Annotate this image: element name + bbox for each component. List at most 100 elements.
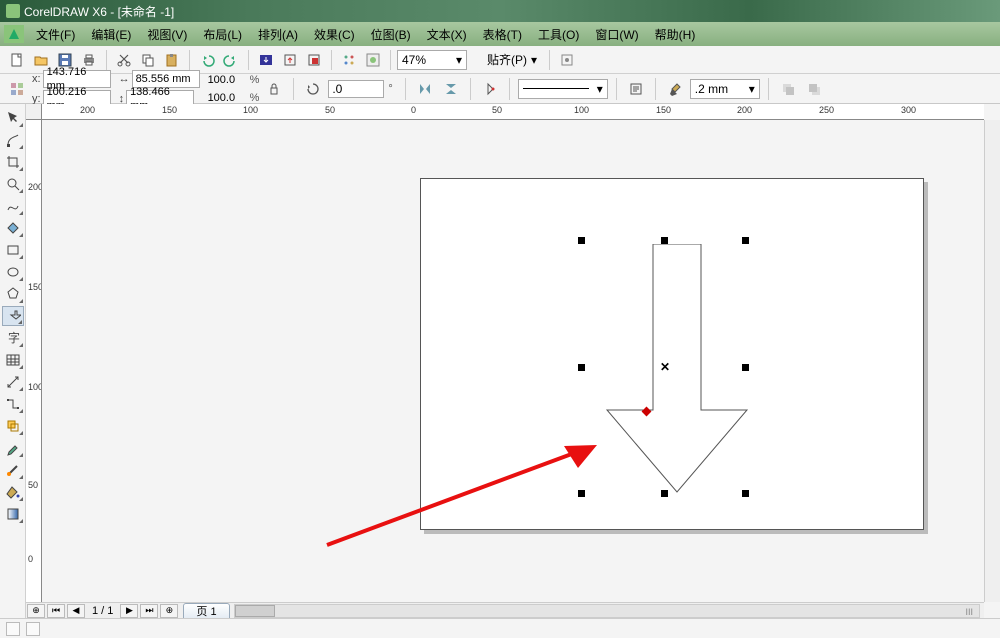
eyedrop-tool-icon[interactable]: [2, 438, 24, 458]
arrow-shape[interactable]: [597, 244, 757, 494]
ruler-tick: 50: [28, 480, 38, 490]
presets-icon[interactable]: [6, 78, 28, 100]
sel-handle-nw[interactable]: [578, 237, 585, 244]
menu-view[interactable]: 视图(V): [139, 23, 195, 46]
first-page-icon[interactable]: ⏮: [47, 604, 65, 618]
ruler-vertical[interactable]: 200150100500: [26, 120, 42, 602]
snap-dropdown[interactable]: 贴齐(P)▾: [481, 49, 543, 70]
cut-icon[interactable]: [113, 49, 135, 71]
app-corel-icon[interactable]: [362, 49, 384, 71]
options-icon[interactable]: [556, 49, 578, 71]
status-bar: [0, 618, 1000, 638]
ifill-tool-icon[interactable]: [2, 504, 24, 524]
add-page-before-icon[interactable]: ⊕: [27, 604, 45, 618]
vertical-scrollbar[interactable]: [984, 120, 1000, 602]
freehand-tool-icon[interactable]: [2, 196, 24, 216]
menu-text[interactable]: 文本(X): [419, 23, 475, 46]
menu-effects[interactable]: 效果(C): [306, 23, 363, 46]
horizontal-scrollbar[interactable]: III: [234, 604, 980, 618]
sel-handle-w[interactable]: [578, 364, 585, 371]
outline-tool-icon[interactable]: [2, 460, 24, 480]
redo-icon[interactable]: [220, 49, 242, 71]
mirror-h-icon[interactable]: [414, 78, 436, 100]
menu-window[interactable]: 窗口(W): [587, 23, 646, 46]
connector-tool-icon[interactable]: [2, 394, 24, 414]
next-page-icon[interactable]: ▶: [120, 604, 138, 618]
prev-page-icon[interactable]: ◀: [67, 604, 85, 618]
menu-table[interactable]: 表格(T): [475, 23, 530, 46]
zoom-value: 47%: [402, 53, 426, 67]
ruler-tick: 50: [492, 105, 502, 115]
pick-tool-icon[interactable]: [2, 108, 24, 128]
smartfill-tool-icon[interactable]: [2, 218, 24, 238]
wrap-text-icon[interactable]: [625, 78, 647, 100]
rotation-input[interactable]: .0: [328, 80, 384, 98]
shape-tool-icon[interactable]: [2, 130, 24, 150]
separator: [189, 50, 190, 70]
ruler-tick: 150: [656, 105, 671, 115]
zoom-combo[interactable]: 47%▾: [397, 50, 467, 70]
ruler-horizontal[interactable]: 20015010050050100150200250300: [42, 104, 984, 120]
table-tool-icon[interactable]: [2, 350, 24, 370]
sel-handle-ne[interactable]: [742, 237, 749, 244]
new-icon[interactable]: [6, 49, 28, 71]
scale-x-input[interactable]: 100.0: [208, 72, 248, 88]
status-icon-1[interactable]: [6, 622, 20, 636]
menu-help[interactable]: 帮助(H): [647, 23, 704, 46]
menu-layout[interactable]: 布局(L): [195, 23, 250, 46]
last-page-icon[interactable]: ⏭: [140, 604, 158, 618]
stroke-width-combo[interactable]: .2 mm▾: [690, 79, 760, 99]
ruler-tick: 0: [411, 105, 416, 115]
outline-pen-icon[interactable]: [664, 78, 686, 100]
app-launcher-icon[interactable]: [338, 49, 360, 71]
ruler-tick: 0: [28, 554, 33, 564]
rotate-icon[interactable]: [302, 78, 324, 100]
undo-icon[interactable]: [196, 49, 218, 71]
sel-handle-s[interactable]: [661, 490, 668, 497]
ruler-tick: 50: [325, 105, 335, 115]
separator: [248, 50, 249, 70]
polygon-tool-icon[interactable]: [2, 284, 24, 304]
menu-arrange[interactable]: 排列(A): [250, 23, 306, 46]
crop-tool-icon[interactable]: [2, 152, 24, 172]
mirror-v-icon[interactable]: [440, 78, 462, 100]
add-page-after-icon[interactable]: ⊕: [160, 604, 178, 618]
paste-icon[interactable]: [161, 49, 183, 71]
svg-text:字: 字: [8, 330, 20, 345]
effects-tool-icon[interactable]: [2, 416, 24, 436]
dimension-tool-icon[interactable]: [2, 372, 24, 392]
rect-tool-icon[interactable]: [2, 240, 24, 260]
scroll-thumb[interactable]: [235, 605, 275, 617]
fill-tool-icon[interactable]: [2, 482, 24, 502]
ruler-corner: [26, 104, 42, 120]
menu-file[interactable]: 文件(F): [28, 23, 83, 46]
sel-handle-e[interactable]: [742, 364, 749, 371]
sel-handle-se[interactable]: [742, 490, 749, 497]
copy-icon[interactable]: [137, 49, 159, 71]
to-back-icon[interactable]: [803, 78, 825, 100]
export-pdf-icon[interactable]: [303, 49, 325, 71]
text-tool-icon[interactable]: 字: [2, 328, 24, 348]
x-label: x:: [32, 72, 41, 86]
separator: [549, 50, 550, 70]
shape-mode-icon[interactable]: [479, 78, 501, 100]
status-icon-2[interactable]: [26, 622, 40, 636]
menu-edit[interactable]: 编辑(E): [83, 23, 139, 46]
to-front-icon[interactable]: [777, 78, 799, 100]
line-style-combo[interactable]: ▾: [518, 79, 608, 99]
export-icon[interactable]: [279, 49, 301, 71]
menu-tools[interactable]: 工具(O): [530, 23, 587, 46]
ruler-tick: 150: [28, 282, 42, 292]
lock-ratio-icon[interactable]: [263, 78, 285, 100]
menu-bitmaps[interactable]: 位图(B): [363, 23, 419, 46]
sel-center[interactable]: ✕: [660, 360, 670, 374]
ellipse-tool-icon[interactable]: [2, 262, 24, 282]
basic-shapes-tool-icon[interactable]: [2, 306, 24, 326]
menu-bar: 文件(F) 编辑(E) 视图(V) 布局(L) 排列(A) 效果(C) 位图(B…: [0, 22, 1000, 46]
zoom-tool-icon[interactable]: [2, 174, 24, 194]
page-tab[interactable]: 页 1: [183, 603, 229, 618]
import-icon[interactable]: [255, 49, 277, 71]
canvas[interactable]: ✕: [42, 120, 984, 602]
scale-group: 100.0% 100.0%: [208, 72, 260, 106]
sel-handle-n[interactable]: [661, 237, 668, 244]
